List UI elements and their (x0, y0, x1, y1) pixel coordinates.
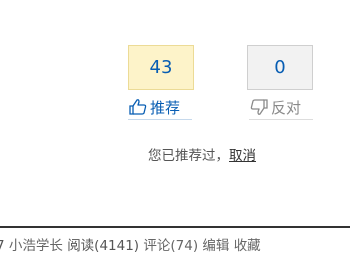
author-link[interactable]: 小浩学长 (9, 238, 63, 254)
feedback-text: 您已推荐过， (148, 148, 229, 164)
thumbs-up-icon (129, 99, 147, 115)
divider (0, 226, 350, 228)
digg-count-box[interactable]: 43 (128, 45, 194, 90)
edit-link[interactable]: 编辑 (202, 238, 229, 254)
bury-button[interactable]: 反对 (249, 95, 313, 120)
vote-feedback: 您已推荐过，取消 (148, 144, 256, 164)
bury-count: 0 (274, 57, 286, 78)
comment-count-link[interactable]: 评论(74) (143, 238, 198, 254)
collect-link[interactable]: 收藏 (234, 238, 261, 254)
post-info: 7 小浩学长 阅读(4141) 评论(74) 编辑 收藏 (0, 234, 261, 254)
bury-count-box[interactable]: 0 (247, 45, 313, 90)
digg-button[interactable]: 推荐 (128, 95, 192, 120)
digg-label: 推荐 (150, 98, 181, 117)
digg-count: 43 (149, 57, 173, 78)
view-count: 阅读(4141) (67, 238, 140, 254)
cancel-link[interactable]: 取消 (229, 148, 256, 164)
post-time: 7 (0, 238, 5, 254)
post-footer: 43 0 推荐 反对 您已推荐过，取消 7 小浩学长 阅读(4141) 评论(7… (0, 0, 350, 271)
bury-label: 反对 (271, 98, 302, 117)
thumbs-down-icon (250, 99, 268, 115)
